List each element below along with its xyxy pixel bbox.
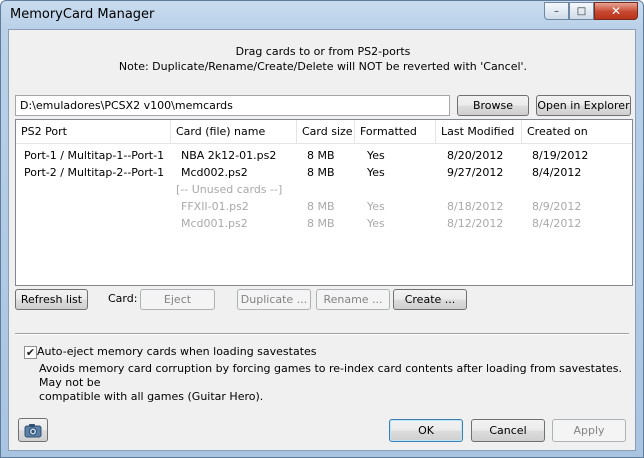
cell-created-on: 8/4/2012 bbox=[532, 217, 582, 230]
card-label: Card: bbox=[108, 292, 138, 305]
cell-created-on: 8/9/2012 bbox=[532, 200, 582, 213]
memory-card-list[interactable]: PS2 Port Card (file) name Card size Form… bbox=[15, 119, 633, 286]
cell-formatted: Yes bbox=[367, 149, 385, 162]
maximize-button[interactable]: □ bbox=[569, 2, 594, 20]
title-bar[interactable]: MemoryCard Manager – □ ✕ bbox=[1, 1, 643, 29]
cell-port: Port-1 / Multitap-1--Port-1 bbox=[24, 149, 165, 162]
table-row[interactable]: Mcd001.ps2 8 MB Yes 8/12/2012 8/4/2012 bbox=[16, 215, 632, 232]
minimize-button[interactable]: – bbox=[544, 2, 569, 20]
cell-card-size: 8 MB bbox=[307, 149, 335, 162]
close-icon: ✕ bbox=[610, 4, 622, 18]
rename-button[interactable]: Rename ... bbox=[316, 289, 390, 310]
info-text: Drag cards to or from PS2-ports Note: Du… bbox=[9, 44, 637, 74]
cancel-button[interactable]: Cancel bbox=[471, 419, 545, 442]
folder-path-field[interactable]: D:\emuladores\PCSX2 v100\memcards bbox=[15, 95, 450, 116]
table-row[interactable]: FFXII-01.ps2 8 MB Yes 8/18/2012 8/9/2012 bbox=[16, 198, 632, 215]
caption-buttons: – □ ✕ bbox=[544, 2, 638, 20]
cell-card-name: Mcd002.ps2 bbox=[181, 166, 248, 179]
eject-button[interactable]: Eject bbox=[140, 289, 215, 310]
apply-button[interactable]: Apply bbox=[552, 419, 626, 442]
info-line-1: Drag cards to or from PS2-ports bbox=[235, 45, 411, 58]
cell-card-name: FFXII-01.ps2 bbox=[181, 200, 249, 213]
info-line-2: Note: Duplicate/Rename/Create/Delete wil… bbox=[118, 60, 528, 73]
cell-last-modified: 8/20/2012 bbox=[447, 149, 504, 162]
browse-button[interactable]: Browse bbox=[457, 95, 529, 116]
memorycard-manager-window: MemoryCard Manager – □ ✕ Drag cards to o… bbox=[0, 0, 644, 458]
cell-card-name: NBA 2k12-01.ps2 bbox=[181, 149, 277, 162]
checkmark-icon: ✔ bbox=[25, 346, 36, 359]
unused-cards-label: [-- Unused cards --] bbox=[176, 183, 283, 196]
maximize-icon: □ bbox=[576, 5, 587, 17]
screenshot-button[interactable] bbox=[18, 418, 48, 442]
cell-formatted: Yes bbox=[367, 166, 385, 179]
column-header-card-size[interactable]: Card size bbox=[297, 120, 355, 144]
minimize-icon: – bbox=[554, 5, 559, 17]
column-header-ps2-port[interactable]: PS2 Port bbox=[16, 120, 171, 144]
ok-button[interactable]: OK bbox=[389, 419, 463, 442]
cell-last-modified: 8/12/2012 bbox=[447, 217, 504, 230]
table-row[interactable]: Port-2 / Multitap-2--Port-1 Mcd002.ps2 8… bbox=[16, 164, 632, 181]
cell-formatted: Yes bbox=[367, 217, 385, 230]
cell-last-modified: 9/27/2012 bbox=[447, 166, 504, 179]
camera-icon bbox=[24, 423, 42, 437]
cell-created-on: 8/19/2012 bbox=[532, 149, 589, 162]
auto-eject-label[interactable]: Auto-eject memory cards when loading sav… bbox=[37, 345, 317, 358]
column-header-formatted[interactable]: Formatted bbox=[355, 120, 436, 144]
refresh-list-button[interactable]: Refresh list bbox=[15, 289, 88, 310]
unused-cards-separator-row: [-- Unused cards --] bbox=[16, 181, 632, 198]
auto-eject-description: Avoids memory card corruption by forcing… bbox=[39, 362, 629, 404]
create-button[interactable]: Create ... bbox=[393, 289, 467, 310]
cell-card-name: Mcd001.ps2 bbox=[181, 217, 248, 230]
column-header-last-modified[interactable]: Last Modified bbox=[436, 120, 522, 144]
column-header-created-on[interactable]: Created on bbox=[522, 120, 630, 144]
cell-last-modified: 8/18/2012 bbox=[447, 200, 504, 213]
cell-card-size: 8 MB bbox=[307, 200, 335, 213]
auto-eject-description-line-2: compatible with all games (Guitar Hero). bbox=[39, 390, 264, 403]
cell-card-size: 8 MB bbox=[307, 217, 335, 230]
dialog-client-area: Drag cards to or from PS2-ports Note: Du… bbox=[8, 29, 636, 451]
window-title: MemoryCard Manager bbox=[10, 7, 155, 22]
column-header-card-name[interactable]: Card (file) name bbox=[171, 120, 297, 144]
open-in-explorer-button[interactable]: Open in Explorer bbox=[536, 95, 631, 116]
cell-created-on: 8/4/2012 bbox=[532, 166, 582, 179]
auto-eject-checkbox[interactable]: ✔ bbox=[24, 346, 37, 359]
duplicate-button[interactable]: Duplicate ... bbox=[237, 289, 311, 310]
cell-port: Port-2 / Multitap-2--Port-1 bbox=[24, 166, 165, 179]
cell-formatted: Yes bbox=[367, 200, 385, 213]
divider bbox=[15, 333, 629, 335]
table-row[interactable]: Port-1 / Multitap-1--Port-1 NBA 2k12-01.… bbox=[16, 147, 632, 164]
list-header: PS2 Port Card (file) name Card size Form… bbox=[16, 120, 632, 144]
cell-card-size: 8 MB bbox=[307, 166, 335, 179]
auto-eject-description-line-1: Avoids memory card corruption by forcing… bbox=[39, 362, 623, 389]
close-button[interactable]: ✕ bbox=[594, 2, 638, 20]
